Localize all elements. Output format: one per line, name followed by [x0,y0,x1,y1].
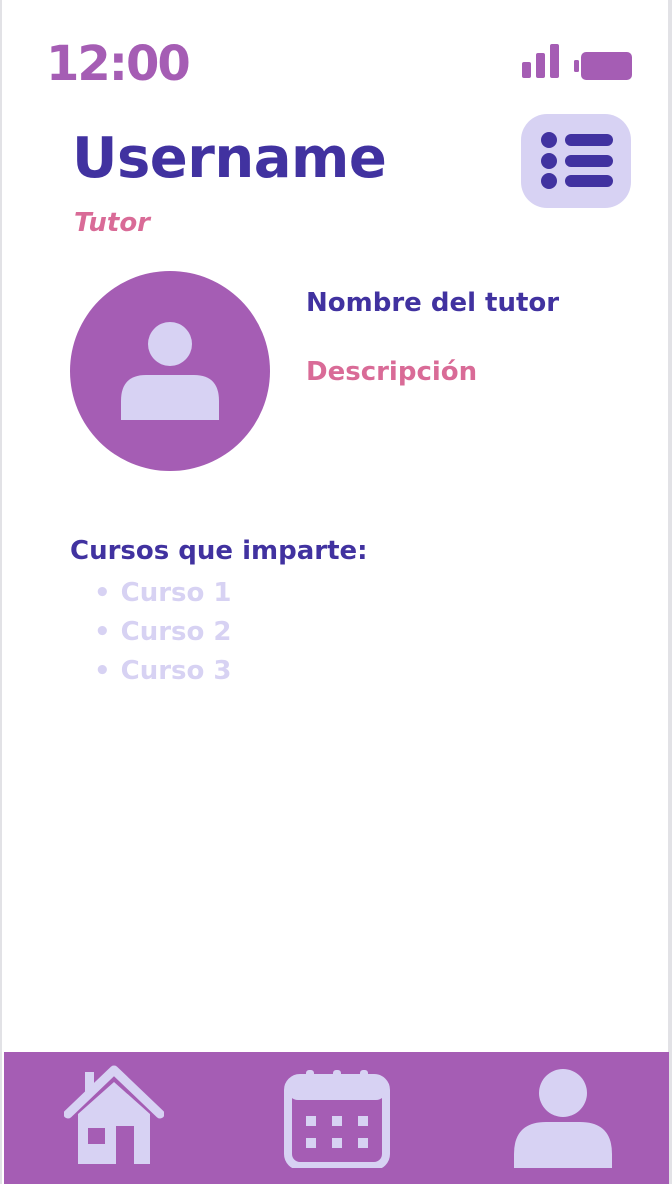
courses-heading: Cursos que imparte: [70,536,368,566]
home-icon[interactable] [64,1064,164,1166]
course-item[interactable]: Curso 2 [94,615,232,654]
phone-screen: 12:00 Username Tutor Nombre del tutor De… [0,0,672,1184]
page-title: Username [72,126,387,191]
tutor-name: Nombre del tutor [306,288,560,318]
status-time: 12:00 [46,36,191,92]
user-role-label: Tutor [74,208,151,238]
battery-icon [574,52,632,80]
calendar-icon[interactable] [284,1068,390,1168]
bottom-nav [4,1052,669,1184]
course-list: Curso 1 Curso 2 Curso 3 [94,576,232,693]
course-item[interactable]: Curso 1 [94,576,232,615]
tutor-description: Descripción [306,357,478,387]
course-item[interactable]: Curso 3 [94,654,232,693]
menu-button[interactable] [521,114,631,208]
signal-bars-icon [522,44,559,78]
list-menu-icon [541,132,613,189]
user-avatar-icon [121,322,219,420]
profile-icon[interactable] [510,1068,616,1170]
avatar[interactable] [70,271,270,471]
